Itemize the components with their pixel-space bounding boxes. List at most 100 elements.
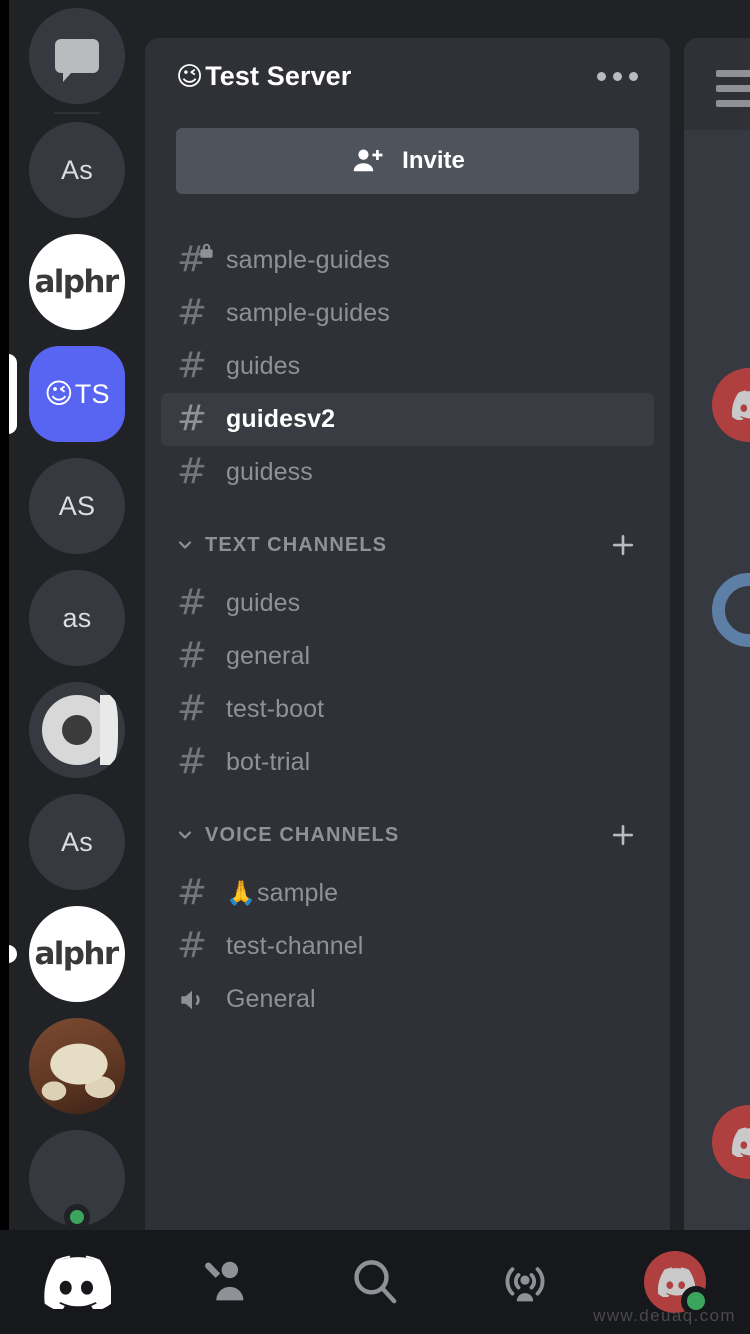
sidebar-item-direct-messages[interactable] (9, 0, 145, 112)
hash-icon: # (175, 740, 209, 782)
channel-item-label: 🙏 sample (226, 879, 338, 908)
channel-item-label: guidesv2 (226, 405, 336, 433)
ring-logo-icon (42, 695, 118, 765)
online-status-indicator (64, 1204, 90, 1226)
sidebar-item-server-as-4[interactable]: As (9, 786, 145, 898)
left-edge-strip (0, 0, 9, 1230)
alphr-wordmark: alphr (34, 936, 119, 972)
nav-servers-button[interactable] (0, 1230, 150, 1334)
user-avatar-icon (644, 1251, 711, 1316)
avatar: as (29, 570, 125, 666)
channel-item-voice-general[interactable]: General (161, 973, 654, 1026)
sidebar-item-server-alphr-2[interactable]: alphr (9, 898, 145, 1010)
hash-icon: # (175, 871, 209, 913)
friends-icon (205, 1261, 244, 1301)
page-title[interactable]: 😉 Test Server (176, 61, 591, 92)
channel-item-guidesv2[interactable]: # guidesv2 (161, 393, 654, 446)
avatar-content: 😉 TS (44, 379, 110, 410)
channel-item-text-general[interactable]: # general (161, 630, 654, 683)
online-status-indicator (681, 1286, 711, 1316)
channel-item-text-bot-trial[interactable]: # bot-trial (161, 736, 654, 789)
server-rail[interactable]: As alphr 😉 TS AS as As alphr (9, 0, 145, 1230)
avatar: As (29, 794, 125, 890)
channel-item-text-test-boot[interactable]: # test-boot (161, 683, 654, 736)
add-channel-button[interactable] (606, 818, 640, 852)
sidebar-item-server-as-1[interactable]: As (9, 114, 145, 226)
category-header-text-channels[interactable]: TEXT CHANNELS (161, 513, 654, 577)
nav-mentions-button[interactable] (450, 1230, 600, 1334)
server-name-text: Test Server (205, 60, 352, 91)
channel-item-guides[interactable]: # guides (161, 340, 654, 393)
hash-icon: # (175, 291, 209, 333)
dot-icon (613, 71, 622, 81)
server-selected-indicator (9, 354, 17, 434)
channel-item-voice-test-channel[interactable]: # test-channel (161, 920, 654, 973)
person-add-icon (350, 144, 384, 178)
invite-button-label: Invite (402, 147, 465, 174)
search-icon (354, 1260, 397, 1304)
channel-item-label: test-channel (226, 932, 364, 960)
hash-icon: # (175, 690, 209, 727)
sidebar-item-server-as-2[interactable]: AS (9, 450, 145, 562)
hash-icon: # (175, 347, 209, 384)
channel-item-text-guides[interactable]: # guides (161, 577, 654, 630)
chat-peek-panel[interactable] (684, 38, 750, 1230)
channel-item-sample-guides-locked[interactable]: # sample-guides (161, 234, 654, 287)
channel-item-label: bot-trial (226, 748, 311, 776)
hash-glyph: # (176, 581, 208, 623)
avatar (712, 573, 750, 647)
avatar-initials: TS (74, 378, 110, 409)
channel-item-label: sample-guides (226, 299, 390, 327)
sidebar-item-server-alphr-1[interactable]: alphr (9, 226, 145, 338)
hash-glyph: # (176, 634, 208, 676)
more-options-button[interactable] (591, 58, 644, 95)
nav-profile-button[interactable] (600, 1230, 750, 1334)
invite-button[interactable]: Invite (176, 128, 639, 194)
channel-item-label: guides (226, 589, 301, 617)
channel-list: # sample-guides # sample-guides # guides (145, 234, 670, 1026)
sidebar-item-server-logo-ring[interactable] (9, 674, 145, 786)
hash-glyph: # (176, 397, 208, 439)
category-header-voice-channels[interactable]: VOICE CHANNELS (161, 803, 654, 867)
channel-item-voice-sample[interactable]: # 🙏 sample (161, 867, 654, 920)
category-label: VOICE CHANNELS (205, 823, 400, 846)
hash-glyph: # (176, 740, 208, 782)
avatar: alphr (29, 234, 125, 330)
avatar-initials: AS (58, 490, 96, 521)
hash-glyph: # (176, 291, 208, 333)
channel-item-sample-guides[interactable]: # sample-guides (161, 287, 654, 340)
channel-item-label: sample-guides (226, 246, 390, 274)
category-label: TEXT CHANNELS (205, 533, 388, 556)
avatar-initials: As (60, 826, 94, 857)
avatar (29, 682, 125, 778)
nav-search-button[interactable] (300, 1230, 450, 1334)
bar-icon (716, 100, 750, 107)
add-channel-button[interactable] (606, 528, 640, 562)
server-rail-scroll: As alphr 😉 TS AS as As alphr (9, 0, 145, 1230)
speaker-icon (175, 983, 209, 1017)
avatar: AS (29, 458, 125, 554)
lock-icon (200, 243, 213, 258)
hamburger-menu-icon[interactable] (716, 70, 750, 107)
nav-friends-button[interactable] (150, 1230, 300, 1334)
hash-icon: # (175, 634, 209, 676)
hash-icon: # (175, 927, 209, 964)
channel-item-label: guides (226, 352, 301, 380)
sidebar-item-server-cat-photo[interactable] (9, 1010, 145, 1122)
bottom-navigation-bar (0, 1230, 750, 1334)
sidebar-item-server-partial[interactable] (9, 1122, 145, 1230)
hash-locked-icon: # (175, 241, 213, 278)
hash-icon: # (175, 397, 209, 439)
sidebar-item-server-test-server[interactable]: 😉 TS (9, 338, 145, 450)
channel-item-label: test-boot (226, 695, 325, 723)
server-unread-indicator (9, 945, 17, 963)
channel-panel: 😉 Test Server Invite # sample-guides # s… (145, 38, 670, 1230)
dot-icon (629, 71, 638, 81)
wink-emoji: 😉 (176, 60, 204, 91)
hash-icon: # (175, 581, 209, 623)
hash-glyph: # (176, 871, 208, 913)
sidebar-item-server-as-3[interactable]: as (9, 562, 145, 674)
wink-emoji: 😉 (44, 378, 74, 409)
dot-icon (597, 71, 606, 81)
channel-item-guidess[interactable]: # guidess (161, 446, 654, 499)
